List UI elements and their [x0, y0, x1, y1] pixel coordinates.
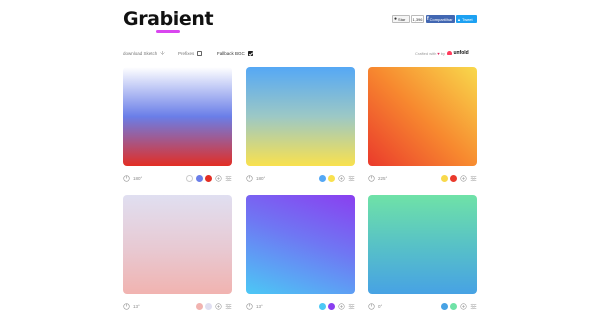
gradient-card-5[interactable]	[246, 195, 355, 294]
color-stop-swatch[interactable]	[450, 302, 457, 310]
download-icon	[160, 51, 165, 55]
github-icon: ●	[394, 16, 398, 22]
angle-control[interactable]: 13°	[123, 302, 140, 310]
color-stop-swatch[interactable]	[440, 174, 448, 182]
gradient-card-2[interactable]	[246, 67, 355, 166]
prefixes-label: Prefixes	[178, 50, 195, 56]
fallback-bgc-label: Fallback BGC	[217, 50, 245, 56]
color-stop-swatch[interactable]	[205, 302, 212, 310]
color-stop-swatch[interactable]	[328, 174, 335, 182]
add-color-stop-icon[interactable]	[215, 302, 222, 310]
color-stop-swatch[interactable]	[205, 174, 212, 182]
gradient-card-1[interactable]	[123, 67, 232, 166]
github-star-count[interactable]: 1,396	[411, 15, 424, 23]
add-color-stop-icon[interactable]	[460, 302, 467, 310]
add-color-stop-icon[interactable]	[215, 174, 222, 182]
facebook-icon: f	[427, 16, 429, 22]
sliders-icon[interactable]	[225, 175, 232, 182]
github-star-button[interactable]: ● Star	[392, 15, 410, 23]
twitter-icon: ▲	[457, 16, 461, 22]
angle-value: 225°	[378, 175, 388, 181]
angle-rotate-icon[interactable]	[246, 302, 253, 310]
logo[interactable]: Grabient	[123, 8, 214, 30]
angle-control[interactable]: 225°	[368, 174, 387, 182]
angle-value: 13°	[133, 303, 140, 309]
add-color-stop-icon[interactable]	[338, 174, 345, 182]
unfold-brand-link[interactable]: unfold	[453, 50, 468, 56]
facebook-share-button[interactable]: f Compartilhar	[426, 15, 455, 23]
color-stop-swatch[interactable]	[195, 302, 203, 310]
sliders-icon[interactable]	[225, 303, 232, 310]
share-label: Compartilhar	[429, 16, 453, 22]
angle-rotate-icon[interactable]	[123, 174, 130, 182]
star-label: Star	[398, 16, 406, 22]
gradient-card-4[interactable]	[123, 195, 232, 294]
angle-rotate-icon[interactable]	[368, 174, 375, 182]
tweet-label: Tweet	[461, 16, 473, 22]
angle-control[interactable]: 180°	[123, 174, 142, 182]
tweet-button[interactable]: ▲ Tweet	[456, 15, 477, 23]
color-stop-swatch[interactable]	[450, 174, 457, 182]
color-stop-swatch[interactable]	[186, 174, 193, 182]
angle-control[interactable]: 0°	[368, 302, 382, 310]
angle-value: 180°	[256, 175, 266, 181]
angle-value: 0°	[378, 303, 383, 309]
by-label: by	[440, 50, 445, 56]
heart-icon: ♥	[437, 50, 440, 56]
color-stop-swatch[interactable]	[318, 302, 326, 310]
sliders-icon[interactable]	[470, 175, 477, 182]
add-color-stop-icon[interactable]	[338, 302, 345, 310]
color-stop-swatch[interactable]	[318, 174, 326, 182]
angle-rotate-icon[interactable]	[246, 174, 253, 182]
color-stop-swatch[interactable]	[195, 174, 203, 182]
logo-underline	[156, 30, 180, 33]
crafted-with-label: Crafted with	[415, 50, 437, 56]
prefixes-toggle[interactable]: Prefixes	[178, 50, 203, 56]
sliders-icon[interactable]	[348, 303, 355, 310]
add-color-stop-icon[interactable]	[460, 174, 467, 182]
color-stop-swatch[interactable]	[328, 302, 335, 310]
color-stop-swatch[interactable]	[440, 302, 448, 310]
credit-line: Crafted with ♥ by unfold	[415, 50, 469, 56]
download-sketch-label: download Sketch	[123, 50, 158, 56]
download-sketch-link[interactable]: download Sketch	[123, 50, 165, 56]
angle-value: 13°	[256, 303, 263, 309]
angle-control[interactable]: 13°	[246, 302, 263, 310]
gradient-card-6[interactable]	[368, 195, 477, 294]
angle-value: 180°	[133, 175, 143, 181]
sliders-icon[interactable]	[470, 303, 477, 310]
fallback-bgc-toggle[interactable]: Fallback BGC	[217, 50, 253, 56]
prefixes-checkbox[interactable]	[197, 50, 203, 56]
gradient-card-3[interactable]	[368, 67, 477, 166]
fallback-bgc-checkbox[interactable]	[247, 50, 253, 56]
unfold-logo-icon	[446, 51, 452, 55]
angle-rotate-icon[interactable]	[368, 302, 375, 310]
angle-control[interactable]: 180°	[246, 174, 265, 182]
sliders-icon[interactable]	[348, 175, 355, 182]
angle-rotate-icon[interactable]	[123, 302, 130, 310]
